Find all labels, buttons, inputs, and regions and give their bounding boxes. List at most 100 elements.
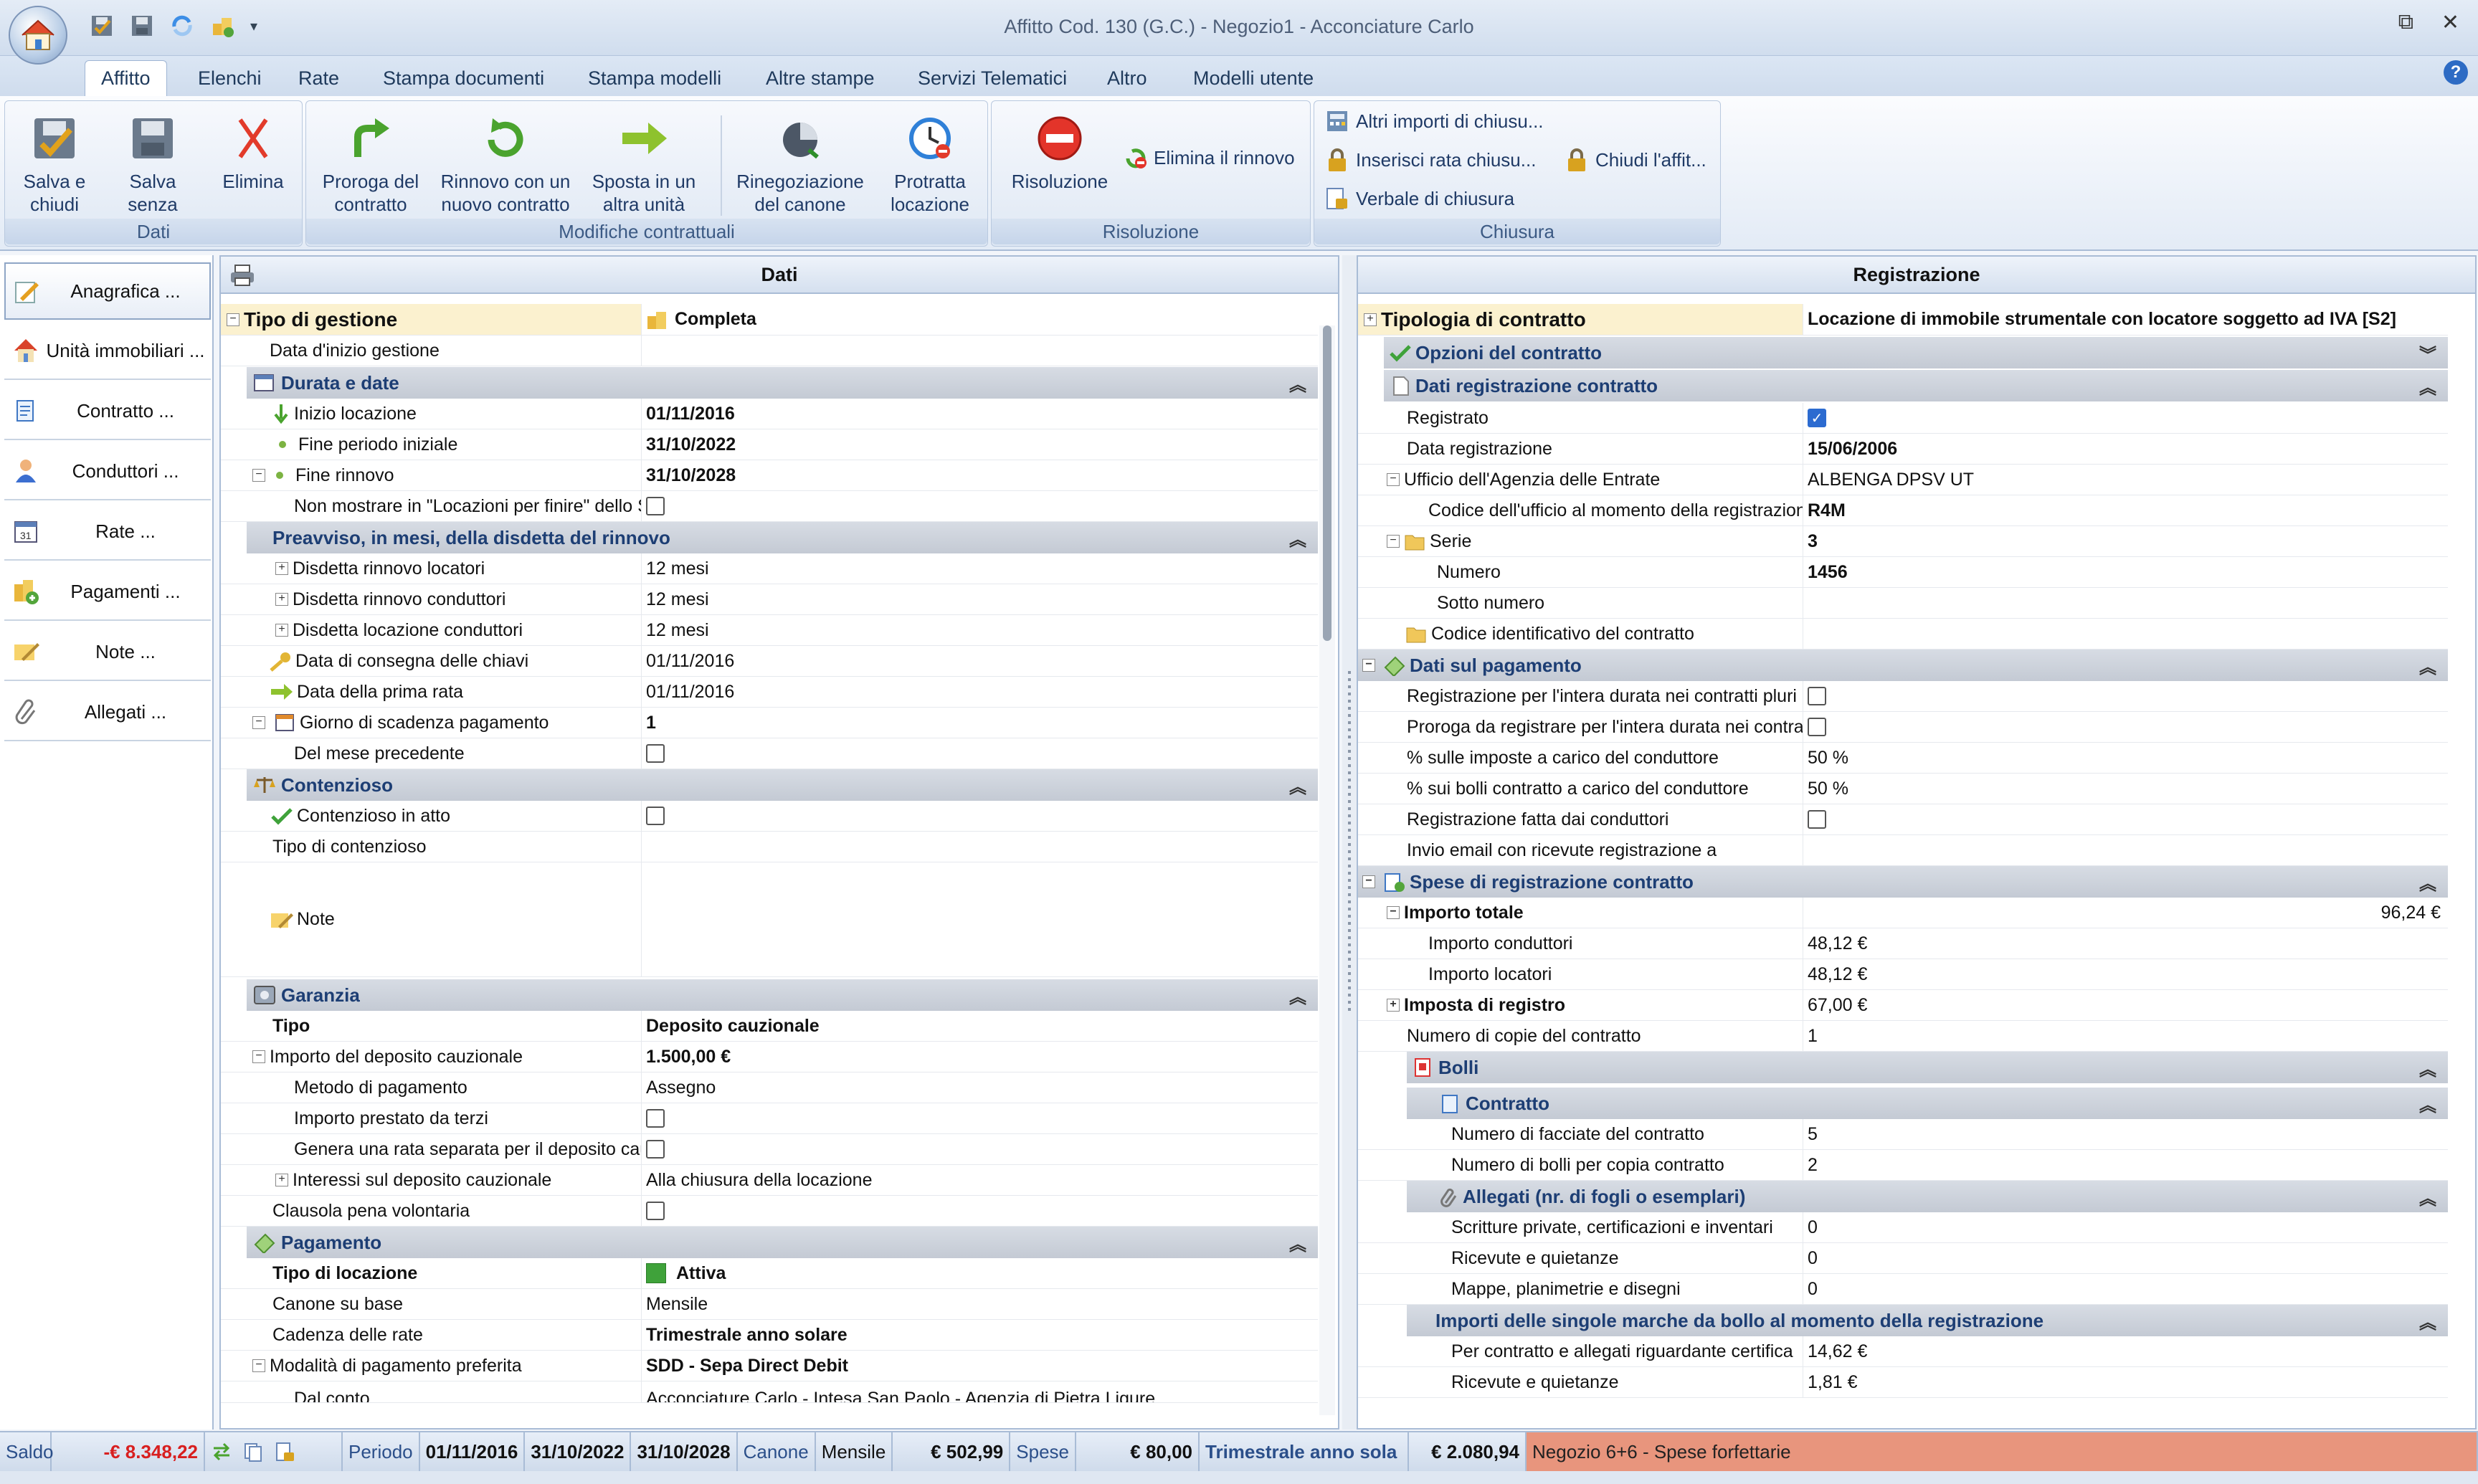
tab-stampa-modelli[interactable]: Stampa modelli [572,60,737,96]
risoluzione-button[interactable]: Risoluzione [999,107,1121,193]
tab-elenchi[interactable]: Elenchi [182,60,277,96]
prop-row[interactable]: − Ufficio dell'Agenzia delle Entrate ALBEN… [1358,465,2448,495]
non-mostrare-checkbox[interactable] [646,497,665,515]
prop-row[interactable]: + Disdetta locazione conduttori 12 mesi [221,615,1318,646]
section-durata[interactable]: Durata e date ︽ [247,367,1318,399]
tab-rate[interactable]: Rate [283,60,355,96]
registrato-checkbox[interactable]: ✓ [1808,409,1826,427]
scrollbar-thumb[interactable] [1323,325,1331,641]
genera-rata-checkbox[interactable] [646,1140,665,1159]
prop-row[interactable]: Data di consegna delle chiavi 01/11/2016 [221,646,1318,677]
section-bolli[interactable]: Bolli ︽ [1407,1052,2448,1083]
scrollbar[interactable] [1319,325,1335,1415]
mese-precedente-checkbox[interactable] [646,744,665,763]
section-dati-registrazione[interactable]: Dati registrazione contratto ︽ [1384,370,2448,401]
prop-row[interactable]: Data registrazione 15/06/2006 [1358,434,2448,465]
tab-servizi-telematici[interactable]: Servizi Telematici [902,60,1083,96]
prop-row[interactable]: Inizio locazione 01/11/2016 [221,399,1318,429]
prop-row[interactable]: % sulle imposte a carico del conduttore 5… [1358,743,2448,774]
section-pagamento[interactable]: Pagamento ︽ [247,1227,1318,1258]
section-dati-pagamento[interactable]: − Dati sul pagamento ︽ [1358,650,2448,681]
sidebar-item-contratto[interactable]: Contratto ... [4,383,211,440]
rinegoziazione-button[interactable]: Rinegoziazione del canone [732,107,868,216]
close-icon[interactable]: ✕ [2441,10,2459,35]
prop-row[interactable]: − Fine rinnovo 31/10/2028 [221,460,1318,491]
section-contenzioso[interactable]: Contenzioso ︽ [247,769,1318,801]
sidebar-item-unita-immobiliari[interactable]: Unità immobiliari ... [4,323,211,380]
proroga-button[interactable]: Proroga del contratto [313,107,428,216]
protratta-button[interactable]: Protratta locazione [880,107,980,216]
restore-icon[interactable]: ⧉ [2398,10,2413,34]
sposta-button[interactable]: Sposta in un altra unità [583,107,705,216]
prop-row[interactable]: Ricevute e quietanze 1,81 € [1358,1367,2448,1398]
prop-row[interactable]: Tipo di contenzioso [221,832,1318,862]
tab-altro[interactable]: Altro [1091,60,1163,96]
prop-row[interactable]: Cadenza delle rate Trimestrale anno solar… [221,1320,1318,1351]
clausola-checkbox[interactable] [646,1202,665,1220]
sidebar-item-anagrafica[interactable]: Anagrafica ... [4,262,211,320]
inserisci-rata-button[interactable]: Inserisci rata chiusu... [1324,147,1536,173]
prop-row[interactable]: Tipo di locazione Attiva [221,1258,1318,1289]
prop-row[interactable]: Importo locatori 48,12 € [1358,959,2448,990]
sidebar-item-conduttori[interactable]: Conduttori ... [4,443,211,500]
prop-row[interactable]: Numero di bolli per copia contratto 2 [1358,1150,2448,1181]
prop-row[interactable]: Importo conduttori 48,12 € [1358,928,2448,959]
elimina-rinnovo-button[interactable]: Elimina il rinnovo [1124,146,1295,170]
altri-importi-button[interactable]: Altri importi di chiusu... [1324,108,1544,134]
delete-button[interactable]: Elimina [217,107,289,193]
prop-row[interactable]: − Tipo di gestione Completa [221,304,1318,336]
prop-row[interactable]: Scritture private, certificazioni e inve… [1358,1212,2448,1243]
prop-row[interactable]: Genera una rata separata per il deposito… [221,1134,1318,1165]
prop-row[interactable]: − Modalità di pagamento preferita SDD - Se… [221,1351,1318,1381]
prop-row[interactable]: Importo prestato da terzi [221,1103,1318,1134]
print-icon[interactable] [229,264,255,287]
section-preavviso[interactable]: Preavviso, in mesi, della disdetta del r… [247,522,1318,553]
prop-row[interactable]: Sotto numero [1358,588,2448,619]
intera-durata-checkbox[interactable] [1808,687,1826,705]
prop-row[interactable]: Registrazione fatta dai conduttori [1358,804,2448,835]
verbale-button[interactable]: Verbale di chiusura [1324,186,1514,211]
prop-row[interactable]: Numero 1456 [1358,557,2448,588]
prop-row[interactable]: Proroga da registrare per l'intera durat… [1358,712,2448,743]
proroga-checkbox[interactable] [1808,718,1826,736]
prop-row[interactable]: Codice identificativo del contratto [1358,619,2448,650]
splitter[interactable] [1342,255,1357,1430]
section-garanzia[interactable]: Garanzia ︽ [247,979,1318,1011]
prop-row[interactable]: Metodo di pagamento Assegno [221,1072,1318,1103]
prop-row[interactable]: Ricevute e quietanze 0 [1358,1243,2448,1274]
rinnovo-button[interactable]: Rinnovo con un nuovo contratto [434,107,577,216]
section-contratto[interactable]: Contratto ︽ [1407,1088,2448,1119]
prop-row[interactable]: Canone su base Mensile [221,1289,1318,1320]
prop-row[interactable]: Numero di facciate del contratto 5 [1358,1119,2448,1150]
prop-row[interactable]: Data d'inizio gestione [221,336,1318,366]
prop-row[interactable]: + Imposta di registro 67,00 € [1358,990,2448,1021]
prop-row[interactable]: Note [221,862,1318,977]
section-importi-marche[interactable]: Importi delle singole marche da bollo al… [1407,1305,2448,1336]
prop-row[interactable]: Contenzioso in atto [221,801,1318,832]
prop-row[interactable]: Numero di copie del contratto 1 [1358,1021,2448,1052]
section-opzioni[interactable]: Opzioni del contratto ︾ [1384,337,2448,368]
prop-row[interactable]: Tipo Deposito cauzionale [221,1011,1318,1042]
prop-row[interactable]: − Importo totale 96,24 € [1358,898,2448,928]
fatta-conduttori-checkbox[interactable] [1808,810,1826,829]
sidebar-item-pagamenti[interactable]: Pagamenti ... [4,563,211,621]
prop-row[interactable]: Mappe, planimetrie e disegni 0 [1358,1274,2448,1305]
tab-modelli-utente[interactable]: Modelli utente [1177,60,1329,96]
sidebar-item-rate[interactable]: 31 Rate ... [4,503,211,561]
help-icon[interactable]: ? [2444,60,2468,85]
section-spese[interactable]: − Spese di registrazione contratto ︽ [1358,866,2448,898]
prop-row[interactable]: + Disdetta rinnovo conduttori 12 mesi [221,584,1318,615]
prop-row[interactable]: + Tipologia di contratto Locazione di imm… [1358,304,2448,336]
sidebar-item-note[interactable]: Note ... [4,624,211,681]
prop-row[interactable]: Per contratto e allegati riguardante cer… [1358,1336,2448,1367]
prop-row[interactable]: − Giorno di scadenza pagamento 1 [221,708,1318,738]
section-allegati[interactable]: Allegati (nr. di fogli o esemplari) ︽ [1407,1181,2448,1212]
save-close-button[interactable]: Salva e chiudi [15,107,94,216]
tab-stampa-documenti[interactable]: Stampa documenti [367,60,560,96]
prop-row[interactable]: Fine periodo iniziale 31/10/2022 [221,429,1318,460]
prop-row[interactable]: Invio email con ricevute registrazione a [1358,835,2448,866]
prop-row[interactable]: + Disdetta rinnovo locatori 12 mesi [221,553,1318,584]
prop-row[interactable]: % sui bolli contratto a carico del condu… [1358,774,2448,804]
prop-row[interactable]: Registrato ✓ [1358,403,2448,434]
chiudi-affitto-button[interactable]: Chiudi l'affit... [1564,147,1706,173]
